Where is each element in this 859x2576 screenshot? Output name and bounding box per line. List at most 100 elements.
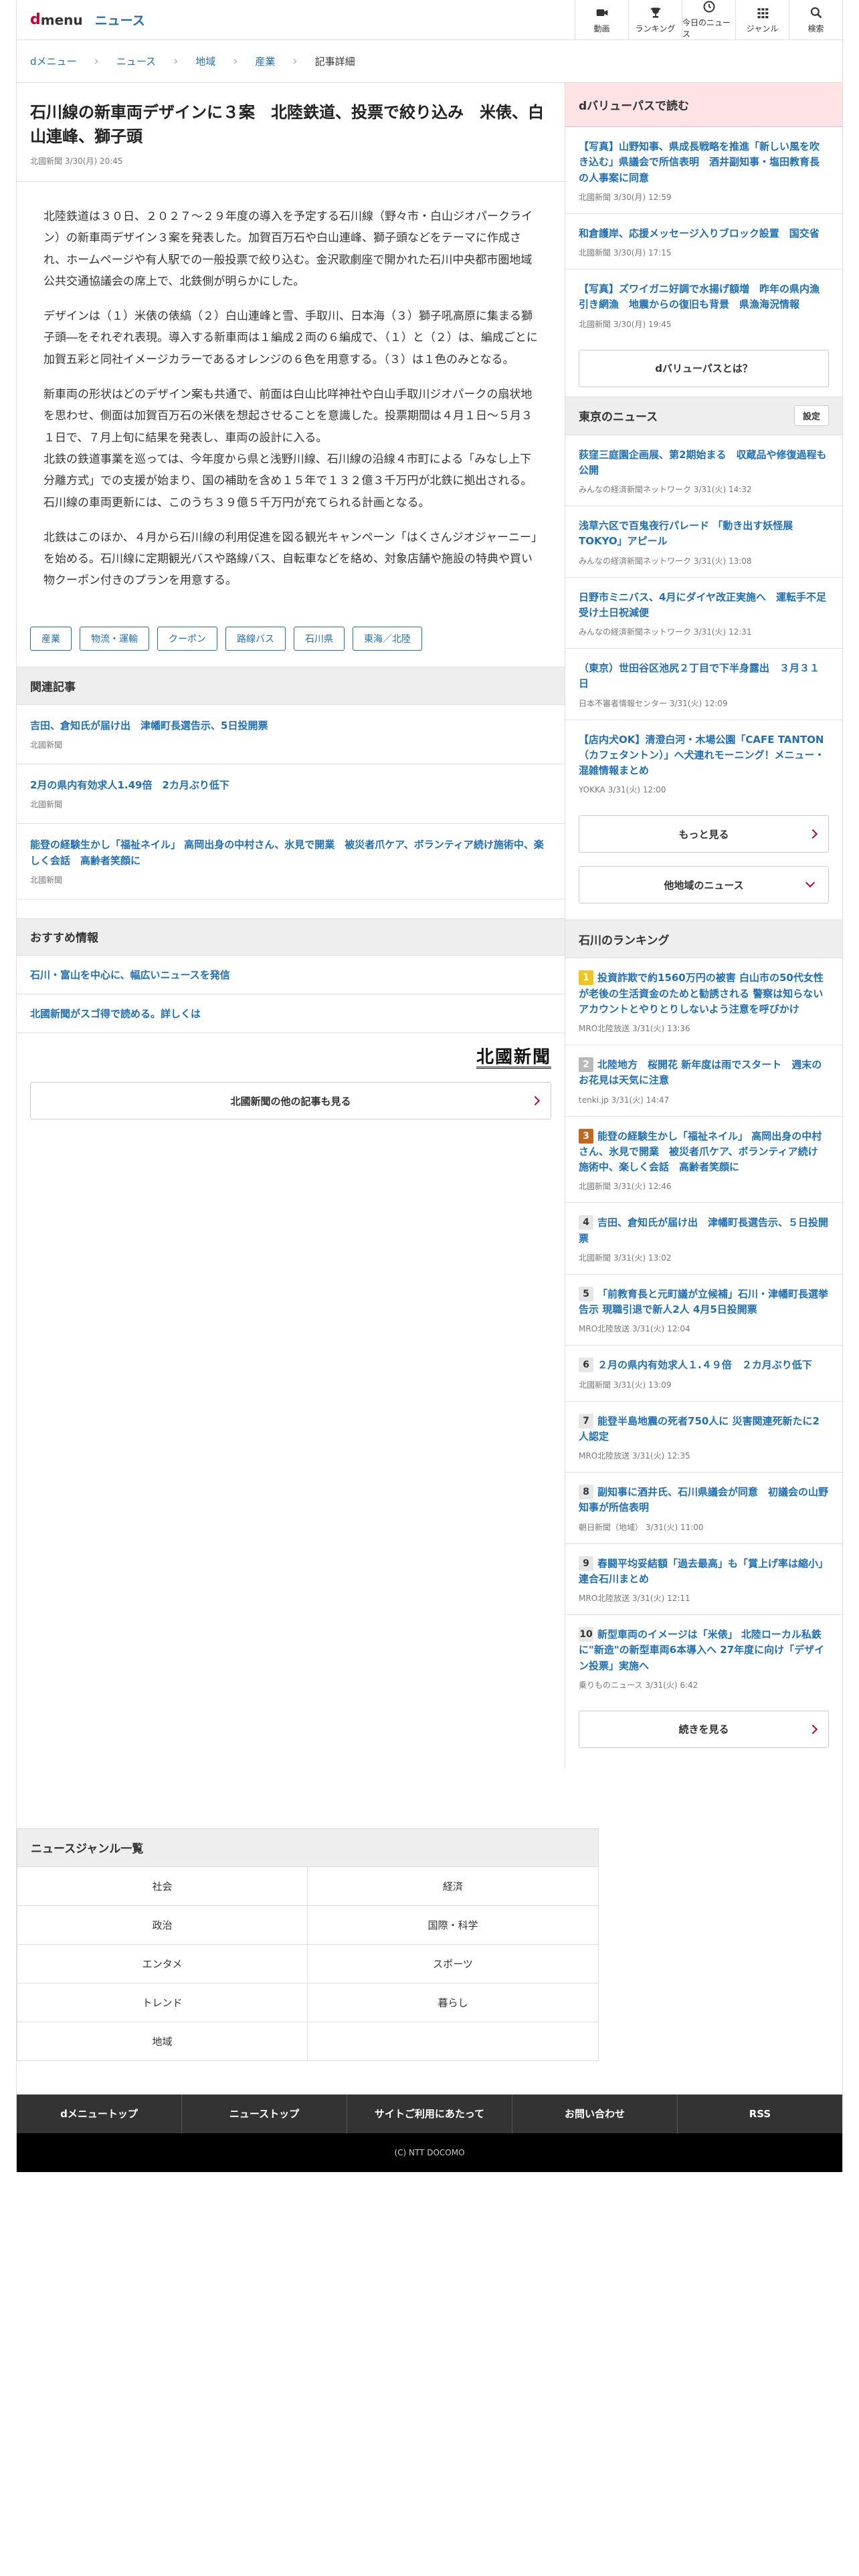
main-column: 石川線の新車両デザインに３案 北陸鉄道、投票で絞り込み 米俵、白山連峰、獅子頭 … bbox=[17, 83, 565, 1768]
dvalue-item[interactable]: 和倉護岸、応援メッセージ入りブロック設置 国交省 北國新聞 3/30(月) 17… bbox=[565, 213, 842, 270]
dvalue-heading: dバリューパスで読む bbox=[565, 83, 842, 127]
tokyo-news-meta: 日本不審者情報センター 3/31(火) 12:09 bbox=[579, 698, 728, 708]
tokyo-news-item[interactable]: 日野市ミニバス、4月にダイヤ改正実施へ 運転手不足受け土日祝減便 みんなの経済新… bbox=[565, 577, 842, 649]
recommend-item[interactable]: 石川・富山を中心に、幅広いニュースを発信 bbox=[17, 956, 565, 994]
tag-industry[interactable]: 産業 bbox=[30, 626, 72, 651]
tokyo-news-item[interactable]: （東京）世田谷区池尻２丁目で下半身露出 ３月３１日 日本不審者情報センター 3/… bbox=[565, 649, 842, 720]
dvalue-item[interactable]: 【写真】ズワイガニ好調で水揚げ額増 昨年の県内漁引き網漁 地震からの復旧も背景 … bbox=[565, 270, 842, 340]
tokyo-news-item[interactable]: 【店内犬OK】清澄白河・木場公園「CAFE TANTON（カフェタントン）」へ犬… bbox=[565, 720, 842, 807]
tokyo-news-item[interactable]: 浅草六区で百鬼夜行パレード 「動き出す妖怪展TOKYO」アピール みんなの経済新… bbox=[565, 506, 842, 578]
nav-search[interactable]: 検索 bbox=[789, 0, 842, 40]
ranking-meta: 乗りものニュース 3/31(火) 6:42 bbox=[579, 1680, 698, 1690]
ranking-item[interactable]: 5 「前教育長と元町議が立候補」石川・津幡町長選挙告示 現職引退で新人2人 4月5… bbox=[565, 1274, 842, 1346]
genre-sports[interactable]: スポーツ bbox=[308, 1944, 598, 1983]
ranking-meta: 北國新聞 3/31(火) 13:09 bbox=[579, 1380, 672, 1390]
footer-rss[interactable]: RSS bbox=[678, 2095, 842, 2133]
genre-trend[interactable]: トレンド bbox=[17, 1983, 308, 2022]
rank-badge: 5 bbox=[579, 1286, 593, 1301]
ranking-item[interactable]: 8 副知事に酒井氏、石川県議会が同意 初議会の山野知事が所信表明 朝日新聞（地域）… bbox=[565, 1473, 842, 1544]
genre-section: ニュースジャンル一覧 社会 経済 政治 国際・科学 エンタメ スポーツ トレンド… bbox=[17, 1828, 599, 2061]
more-button-label: もっと見る bbox=[678, 828, 729, 841]
related-title: 吉田、倉知氏が届け出 津幡町長選告示、5日投開票 bbox=[30, 719, 268, 732]
genre-region[interactable]: 地域 bbox=[17, 2022, 308, 2061]
footer-dmenu-top[interactable]: dメニュートップ bbox=[17, 2094, 182, 2133]
more-button-wrap: もっと見る bbox=[565, 806, 842, 860]
ranking-meta: 北國新聞 3/31(火) 13:02 bbox=[579, 1253, 672, 1263]
tokyo-news-item[interactable]: 荻窪三庭園企画展、第2期始まる 収蔵品や修復過程も公開 みんなの経済新聞ネットワ… bbox=[565, 435, 842, 506]
ranking-item[interactable]: 9 春闘平均妥結額「過去最高」も「賞上げ率は縮小」連合石川まとめ MRO北陸放送 … bbox=[565, 1543, 842, 1615]
ranking-item[interactable]: 3 能登の経験生かし「福祉ネイル」 高岡出身の中村さん、氷見で開業 被災者爪ケア、… bbox=[565, 1116, 842, 1204]
ranking-title: 投資詐欺で約1560万円の被害 白山市の50代女性が老後の生活資金のためと勧誘さ… bbox=[579, 972, 824, 1015]
article-source: 北國新聞 bbox=[30, 156, 63, 166]
trophy-icon bbox=[650, 7, 660, 17]
genre-society[interactable]: 社会 bbox=[17, 1866, 308, 1906]
tag-logistics[interactable]: 物流・運輸 bbox=[80, 626, 149, 651]
tokyo-news-heading: 東京のニュース 設定 bbox=[565, 396, 842, 435]
tokyo-news-title: 荻窪三庭園企画展、第2期始まる 収蔵品や修復過程も公開 bbox=[579, 448, 827, 476]
settings-button[interactable]: 設定 bbox=[793, 405, 829, 426]
breadcrumb-dmenu[interactable]: dメニュー bbox=[30, 54, 77, 68]
nav-ranking[interactable]: ランキング bbox=[628, 0, 682, 40]
nav-label: ランキング bbox=[635, 23, 676, 33]
more-button[interactable]: もっと見る bbox=[579, 815, 829, 853]
dvalue-item-title: 【写真】山野知事、県成長戦略を推進「新しい風を吹き込む」県議会で所信表明 酒井副… bbox=[579, 140, 820, 184]
genre-politics[interactable]: 政治 bbox=[17, 1905, 308, 1945]
ranking-item[interactable]: 10 新型車両のイメージは「米俵」 北陸ローカル私鉄に"新造"の新型車両6本導入へ… bbox=[565, 1615, 842, 1701]
related-item[interactable]: 吉田、倉知氏が届け出 津幡町長選告示、5日投開票 北國新聞 bbox=[17, 705, 565, 764]
genre-life[interactable]: 暮らし bbox=[308, 1983, 598, 2022]
breadcrumb-industry[interactable]: 産業 bbox=[255, 54, 275, 68]
tag-ishikawa[interactable]: 石川県 bbox=[294, 626, 345, 651]
logo-d: d bbox=[30, 11, 41, 28]
recommend-item[interactable]: 北國新聞がスゴ得で読める。詳しくは bbox=[17, 994, 565, 1033]
article-date: 3/30(月) 20:45 bbox=[64, 156, 123, 166]
ranking-item[interactable]: 1 投資詐欺で約1560万円の被害 白山市の50代女性が老後の生活資金のためと勧誘… bbox=[565, 958, 842, 1045]
article-meta: 北國新聞 3/30(月) 20:45 bbox=[30, 155, 551, 167]
ranking-item[interactable]: 7 能登半島地震の死者750人に 災害関連死新たに2人認定 MRO北陸放送 3/3… bbox=[565, 1401, 842, 1473]
genre-international[interactable]: 国際・科学 bbox=[308, 1905, 598, 1945]
chevron-right-icon bbox=[807, 829, 818, 839]
site-logo[interactable]: d menu ニュース bbox=[17, 11, 145, 29]
search-icon bbox=[810, 7, 822, 18]
logo-menu: menu bbox=[40, 11, 83, 28]
ranking-title: 吉田、倉知氏が届け出 津幡町長選告示、５日投開票 bbox=[579, 1216, 829, 1245]
nav-genre[interactable]: ジャンル bbox=[735, 0, 789, 40]
ranking-item[interactable]: 4 吉田、倉知氏が届け出 津幡町長選告示、５日投開票 北國新聞 3/31(火) 1… bbox=[565, 1203, 842, 1275]
dvalue-about-button[interactable]: dバリューパスとは？ bbox=[579, 349, 829, 387]
breadcrumb: dメニュー › ニュース › 地域 › 産業 › 記事詳細 bbox=[17, 40, 842, 83]
dvalue-item[interactable]: 【写真】山野知事、県成長戦略を推進「新しい風を吹き込む」県議会で所信表明 酒井副… bbox=[565, 127, 842, 214]
breadcrumb-news[interactable]: ニュース bbox=[116, 54, 156, 68]
ranking-title: 能登半島地震の死者750人に 災害関連死新たに2人認定 bbox=[579, 1414, 820, 1442]
footer-terms[interactable]: サイトご利用にあたって bbox=[347, 2094, 512, 2133]
footer-contact[interactable]: お問い合わせ bbox=[512, 2094, 678, 2133]
publisher-logo: 北國新聞 bbox=[17, 1033, 565, 1076]
nav-label: 検索 bbox=[807, 23, 824, 33]
article-paragraph: 新車両の形状はどのデザイン案も共通で、前面は白山比咩神社や白山手取川ジオパークの… bbox=[43, 388, 533, 445]
tag-tokai-hokuriku[interactable]: 東海／北陸 bbox=[353, 626, 422, 651]
footer-nav: dメニュートップ ニューストップ サイトご利用にあたって お問い合わせ RSS bbox=[17, 2094, 842, 2133]
chevron-right-icon: › bbox=[94, 54, 99, 68]
related-item[interactable]: 能登の経験生かし「福祉ネイル」 高岡出身の中村さん、氷見で開業 被災者爪ケア、ボ… bbox=[17, 824, 565, 899]
ranking-meta: 朝日新聞（地域） 3/31(火) 11:00 bbox=[579, 1522, 704, 1532]
nav-video[interactable]: 動画 bbox=[575, 0, 628, 40]
ranking-item[interactable]: 2 北陸地方 桜開花 新年度は雨でスタート 週末のお花見は天気に注意 tenki.… bbox=[565, 1045, 842, 1117]
clock-icon bbox=[703, 1, 714, 13]
tag-coupon[interactable]: クーポン bbox=[157, 626, 217, 651]
other-region-button[interactable]: 他地域のニュース bbox=[579, 866, 829, 904]
ranking-more-button[interactable]: 続きを見る bbox=[579, 1710, 829, 1748]
rank-badge: 6 bbox=[579, 1358, 593, 1373]
genre-economy[interactable]: 経済 bbox=[308, 1866, 598, 1906]
related-item[interactable]: 2月の県内有効求人1.49倍 2カ月ぶり低下 北國新聞 bbox=[17, 764, 565, 825]
ranking-title: ２月の県内有効求人１.４９倍 ２カ月ぶり低下 bbox=[597, 1359, 812, 1372]
nav-today[interactable]: 今日のニュース bbox=[682, 0, 735, 40]
nav-label: ジャンル bbox=[746, 23, 779, 33]
site-header: d menu ニュース 動画 ランキング 今日のニュース ジャンル 検索 bbox=[17, 0, 842, 40]
tag-bus[interactable]: 路線バス bbox=[225, 626, 286, 651]
other-region-wrap: 他地域のニュース bbox=[565, 859, 842, 920]
genre-entertainment[interactable]: エンタメ bbox=[17, 1944, 308, 1983]
more-articles-button[interactable]: 北國新聞の他の記事も見る bbox=[30, 1082, 551, 1120]
ranking-item[interactable]: 6 ２月の県内有効求人１.４９倍 ２カ月ぶり低下 北國新聞 3/31(火) 13:… bbox=[565, 1346, 842, 1402]
tokyo-news-title: 浅草六区で百鬼夜行パレード 「動き出す妖怪展TOKYO」アピール bbox=[579, 520, 793, 548]
tokyo-news-meta: みんなの経済新聞ネットワーク 3/31(火) 14:32 bbox=[579, 485, 752, 494]
footer-news-top[interactable]: ニューストップ bbox=[182, 2094, 347, 2133]
breadcrumb-region[interactable]: 地域 bbox=[195, 54, 215, 68]
